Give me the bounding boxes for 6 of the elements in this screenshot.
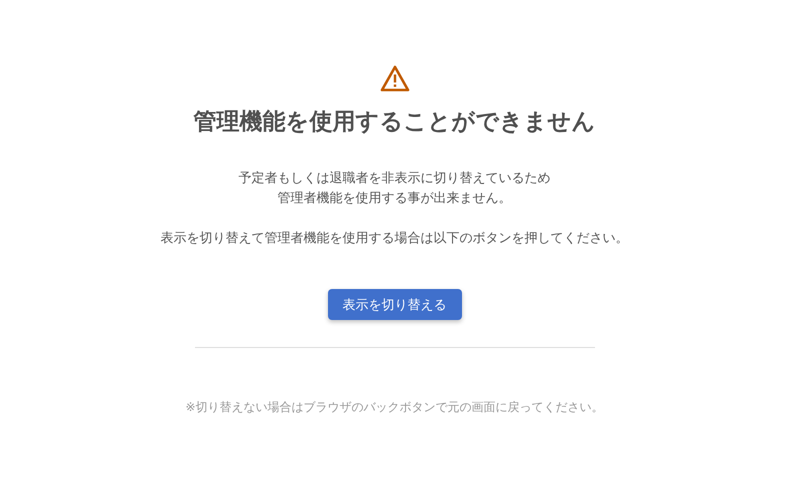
page-title: 管理機能を使用することができません	[194, 108, 596, 137]
message-text: 予定者もしくは退職者を非表示に切り替えているため管理者機能を使用する事が出来ません。	[238, 170, 552, 208]
instruction-text: 表示を切り替えて管理者機能を使用する場合は以下のボタンを押してください。	[160, 230, 628, 248]
warning-icon	[380, 65, 410, 93]
switch-display-button[interactable]: 表示を切り替える	[328, 289, 462, 320]
note-text: ※切り替えない場合はブラウザのバックボタンで元の画面に戻ってください。	[185, 399, 604, 416]
